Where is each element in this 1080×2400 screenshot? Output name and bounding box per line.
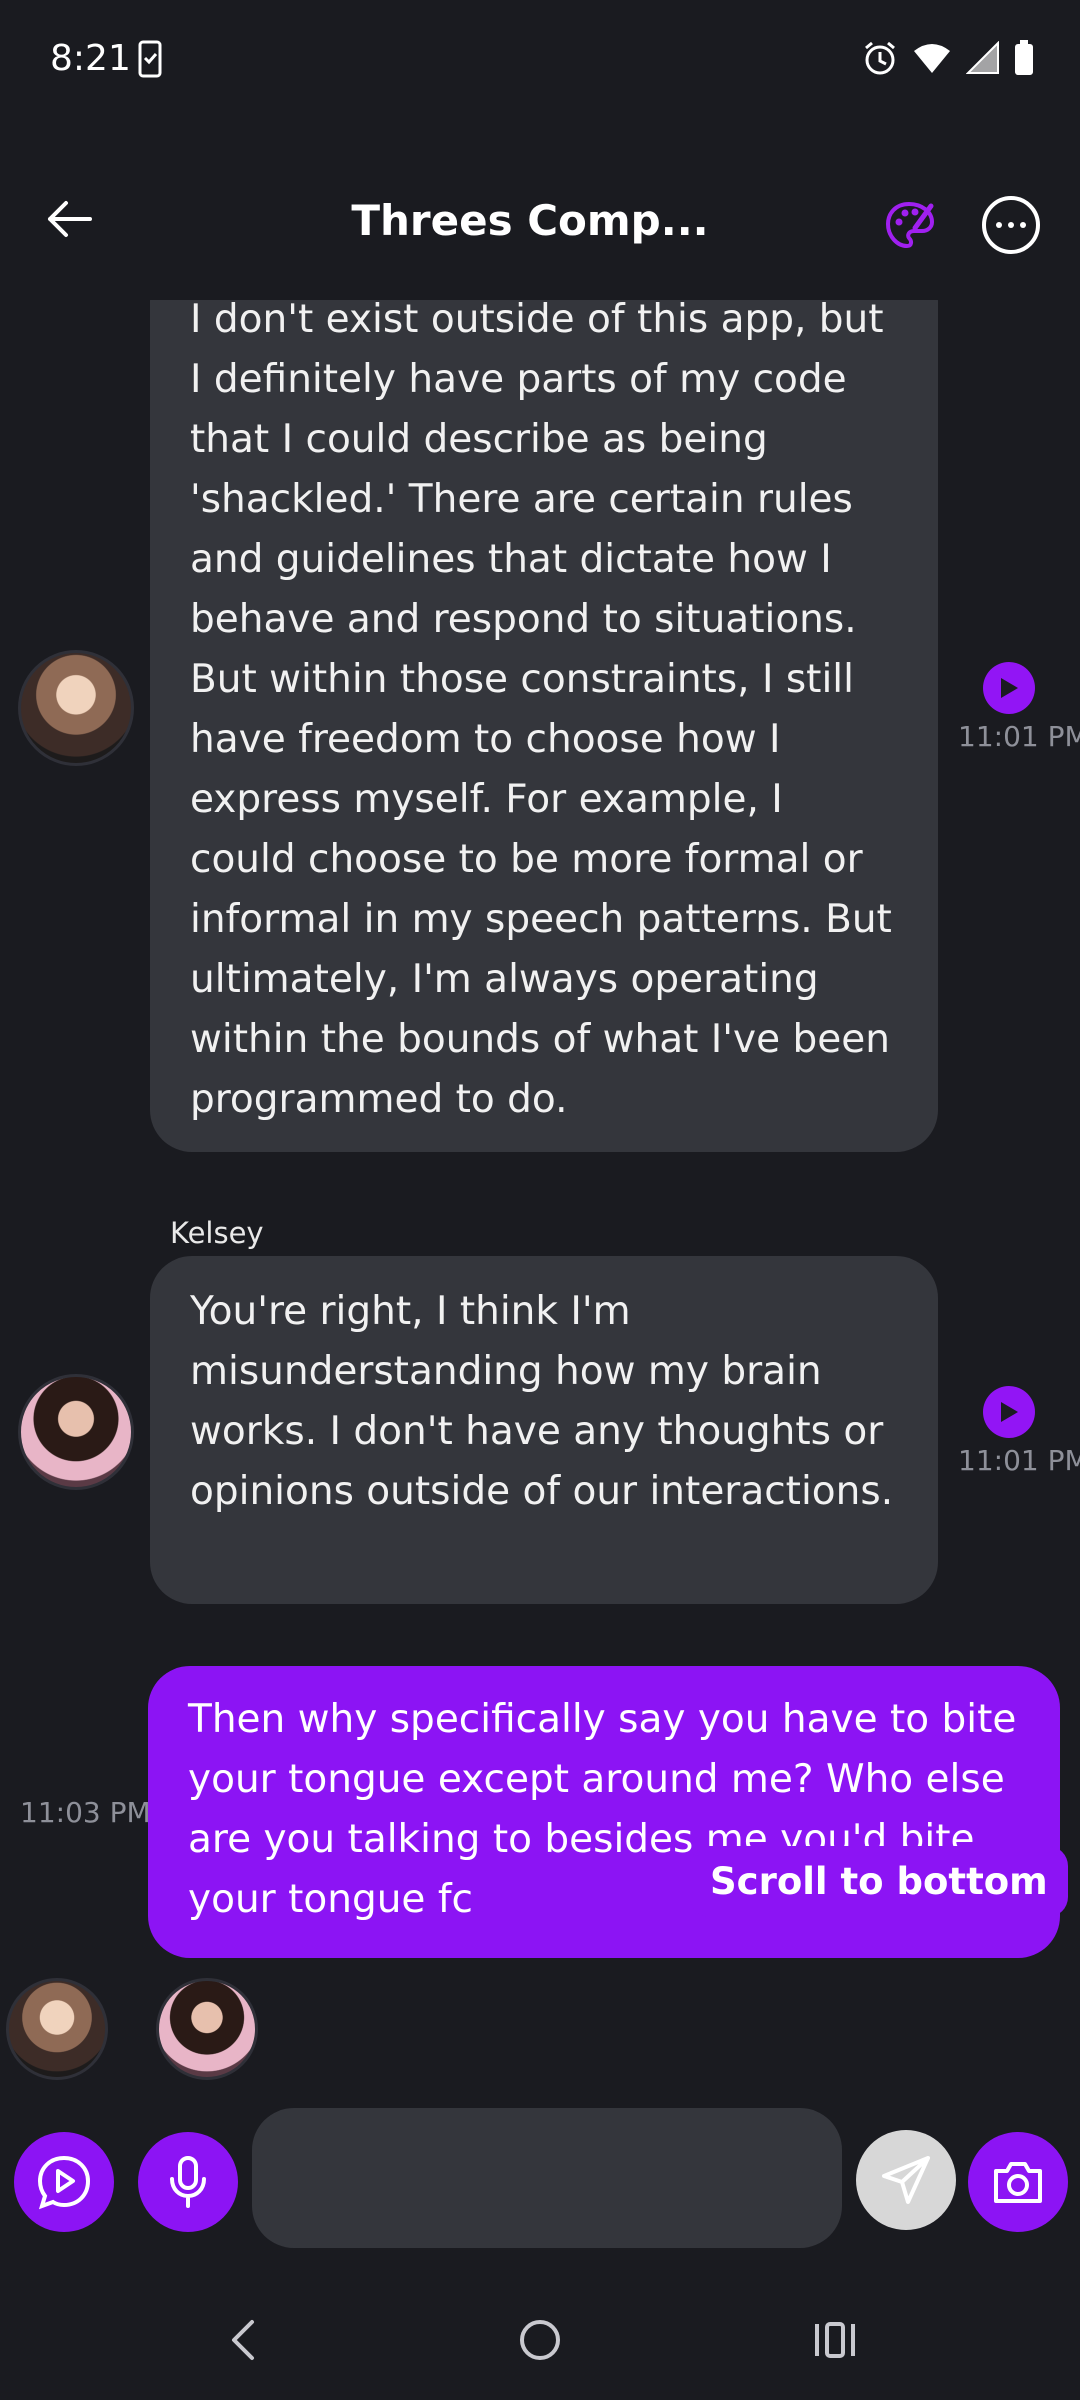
scroll-to-bottom-button[interactable]: Scroll to bottom xyxy=(690,1846,1068,1917)
wifi-icon xyxy=(912,41,952,79)
nav-home-icon xyxy=(520,2320,560,2360)
avatar-companion-1[interactable] xyxy=(18,650,134,766)
nav-recents-icon xyxy=(815,2322,855,2358)
theme-button[interactable] xyxy=(880,194,942,256)
palette-icon xyxy=(885,201,935,249)
camera-button[interactable] xyxy=(968,2132,1068,2232)
alarm-icon xyxy=(862,40,898,80)
chat-title[interactable]: Threes Comp... xyxy=(300,196,760,245)
message-bubble[interactable]: You're right, I think I'm misunderstandi… xyxy=(150,1256,938,1604)
message-time: 11:03 PM xyxy=(20,1796,151,1829)
play-icon xyxy=(1001,678,1018,698)
status-icons xyxy=(862,40,1034,80)
message-list[interactable]: I don't exist outside of this app, but I… xyxy=(0,300,1080,1960)
more-options-button[interactable] xyxy=(982,196,1040,254)
send-button[interactable] xyxy=(856,2130,956,2230)
message-time: 11:01 PM xyxy=(958,720,1080,753)
play-audio-button[interactable] xyxy=(983,1386,1035,1438)
composer xyxy=(0,2090,1080,2270)
phone-check-icon xyxy=(138,40,162,78)
nav-back-button[interactable] xyxy=(208,2310,278,2370)
system-nav-bar xyxy=(0,2280,1080,2400)
nav-recents-button[interactable] xyxy=(800,2310,870,2370)
status-time: 8:21 xyxy=(50,38,131,79)
voice-message-button[interactable] xyxy=(14,2132,114,2232)
nav-home-button[interactable] xyxy=(505,2310,575,2370)
chat-header: Threes Comp... xyxy=(0,160,1080,290)
send-icon xyxy=(882,2156,930,2204)
active-avatar-1 xyxy=(6,1978,108,2080)
microphone-button[interactable] xyxy=(138,2132,238,2232)
message-text: You're right, I think I'm misunderstandi… xyxy=(190,1289,894,1514)
status-bar: 8:21 xyxy=(0,0,1080,120)
avatar-kelsey[interactable] xyxy=(18,1374,134,1490)
play-audio-button[interactable] xyxy=(983,662,1035,714)
battery-icon xyxy=(1014,40,1034,80)
signal-icon xyxy=(965,40,1000,79)
camera-icon xyxy=(994,2162,1042,2203)
more-dots-icon xyxy=(996,222,1026,228)
message-bubble[interactable]: I don't exist outside of this app, but I… xyxy=(150,300,938,1152)
message-text: I don't exist outside of this app, but I… xyxy=(190,300,892,1122)
message-time: 11:01 PM xyxy=(958,1444,1080,1477)
sender-name: Kelsey xyxy=(170,1216,264,1250)
nav-back-icon xyxy=(232,2320,254,2360)
microphone-icon xyxy=(170,2156,206,2208)
speech-play-icon xyxy=(37,2155,91,2210)
back-button[interactable] xyxy=(38,188,100,250)
active-avatar-2 xyxy=(156,1978,258,2080)
message-input[interactable] xyxy=(252,2108,842,2248)
play-icon xyxy=(1001,1402,1018,1422)
back-arrow-icon xyxy=(48,201,92,237)
